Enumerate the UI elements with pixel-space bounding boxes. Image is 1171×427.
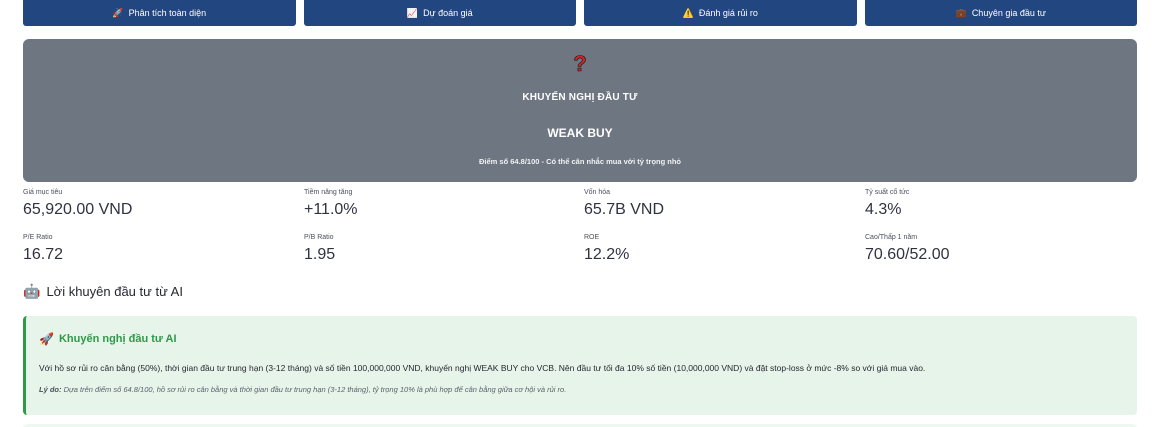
tab-label: Đánh giá rủi ro xyxy=(698,8,758,18)
metric-label: P/B Ratio xyxy=(304,234,334,241)
metric-value: 70.60/52.00 xyxy=(865,246,950,263)
metric-value: 65.7B VND xyxy=(584,201,665,218)
robot-icon: 🤖 xyxy=(23,283,41,299)
metric-value: +11.0% xyxy=(304,201,358,218)
metric-label: Cao/Thấp 1 năm xyxy=(865,234,918,241)
metric-pb-ratio: P/B Ratio 1.95 xyxy=(304,233,574,264)
metric-value: 12.2% xyxy=(584,246,630,263)
metric-label: Tỷ suất cổ tức xyxy=(865,189,910,196)
tab-label: Dự đoán giá xyxy=(423,8,473,18)
metric-pe-ratio: P/E Ratio 16.72 xyxy=(23,233,293,264)
tab-risk-assessment[interactable]: ⚠️ Đánh giá rủi ro xyxy=(584,0,857,26)
reason-label: Lý do: xyxy=(39,385,62,394)
metric-value: 1.95 xyxy=(304,246,336,263)
metric-label: ROE xyxy=(584,234,600,241)
section-title-text: Lời khuyên đầu tư từ AI xyxy=(46,284,183,299)
tab-comprehensive-analysis[interactable]: 🚀 Phân tích toàn diện xyxy=(23,0,296,26)
advice-title-text: Khuyến nghị đầu tư AI xyxy=(58,333,177,345)
recommendation-label: KHUYẾN NGHỊ ĐẦU TƯ xyxy=(522,92,638,103)
ai-advice-card: 🚀 Khuyến nghị đầu tư AI Với hồ sơ rủi ro… xyxy=(23,316,1137,415)
reason-text: Dựa trên điểm số 64.8/100, hồ sơ rủi ro … xyxy=(63,385,567,394)
metric-upside-potential: Tiềm năng tăng +11.0% xyxy=(304,188,574,219)
metric-label: P/E Ratio xyxy=(23,234,53,241)
rocket-icon: 🚀 xyxy=(39,332,54,346)
metric-roe: ROE 12.2% xyxy=(584,233,854,264)
advice-reason: Lý do: Dựa trên điểm số 64.8/100, hồ sơ … xyxy=(39,385,1129,394)
recommendation-card: ? KHUYẾN NGHỊ ĐẦU TƯ WEAK BUY Điểm số 64… xyxy=(23,39,1137,182)
tab-investment-expert[interactable]: 💼 Chuyên gia đầu tư xyxy=(864,0,1137,26)
metric-dividend-yield: Tỷ suất cổ tức 4.3% xyxy=(865,188,1135,219)
ai-advice-heading: 🤖 Lời khuyên đầu tư từ AI xyxy=(23,283,183,300)
recommendation-value: WEAK BUY xyxy=(547,126,613,140)
metric-label: Tiềm năng tăng xyxy=(304,189,353,196)
metric-value: 65,920.00 VND xyxy=(23,201,133,218)
tab-label: Phân tích toàn diện xyxy=(128,8,207,18)
metric-label: Vốn hóa xyxy=(584,189,611,196)
metric-52w-high-low: Cao/Thấp 1 năm 70.60/52.00 xyxy=(865,233,1135,264)
warning-icon: ⚠️ xyxy=(682,7,694,18)
tab-price-prediction[interactable]: 📈 Dự đoán giá xyxy=(303,0,576,26)
advice-title: 🚀 Khuyến nghị đầu tư AI xyxy=(39,332,177,346)
metric-value: 16.72 xyxy=(23,246,64,263)
recommendation-description: Điểm số 64.8/100 - Có thể cân nhắc mua v… xyxy=(478,157,682,166)
metric-value: 4.3% xyxy=(865,201,902,218)
metric-target-price: Giá mục tiêu 65,920.00 VND xyxy=(23,188,293,219)
advice-text: Với hồ sơ rủi ro cân bằng (50%), thời gi… xyxy=(39,363,926,373)
analysis-tabs: 🚀 Phân tích toàn diện 📈 Dự đoán giá ⚠️ Đ… xyxy=(23,0,1137,26)
chart-icon: 📈 xyxy=(406,7,419,18)
metric-market-cap: Vốn hóa 65.7B VND xyxy=(584,188,854,219)
rocket-icon: 🚀 xyxy=(112,7,124,18)
question-mark-icon: ? xyxy=(573,51,587,76)
briefcase-icon: 💼 xyxy=(955,7,967,18)
metric-label: Giá mục tiêu xyxy=(23,189,63,196)
tab-label: Chuyên gia đầu tư xyxy=(971,8,1046,18)
